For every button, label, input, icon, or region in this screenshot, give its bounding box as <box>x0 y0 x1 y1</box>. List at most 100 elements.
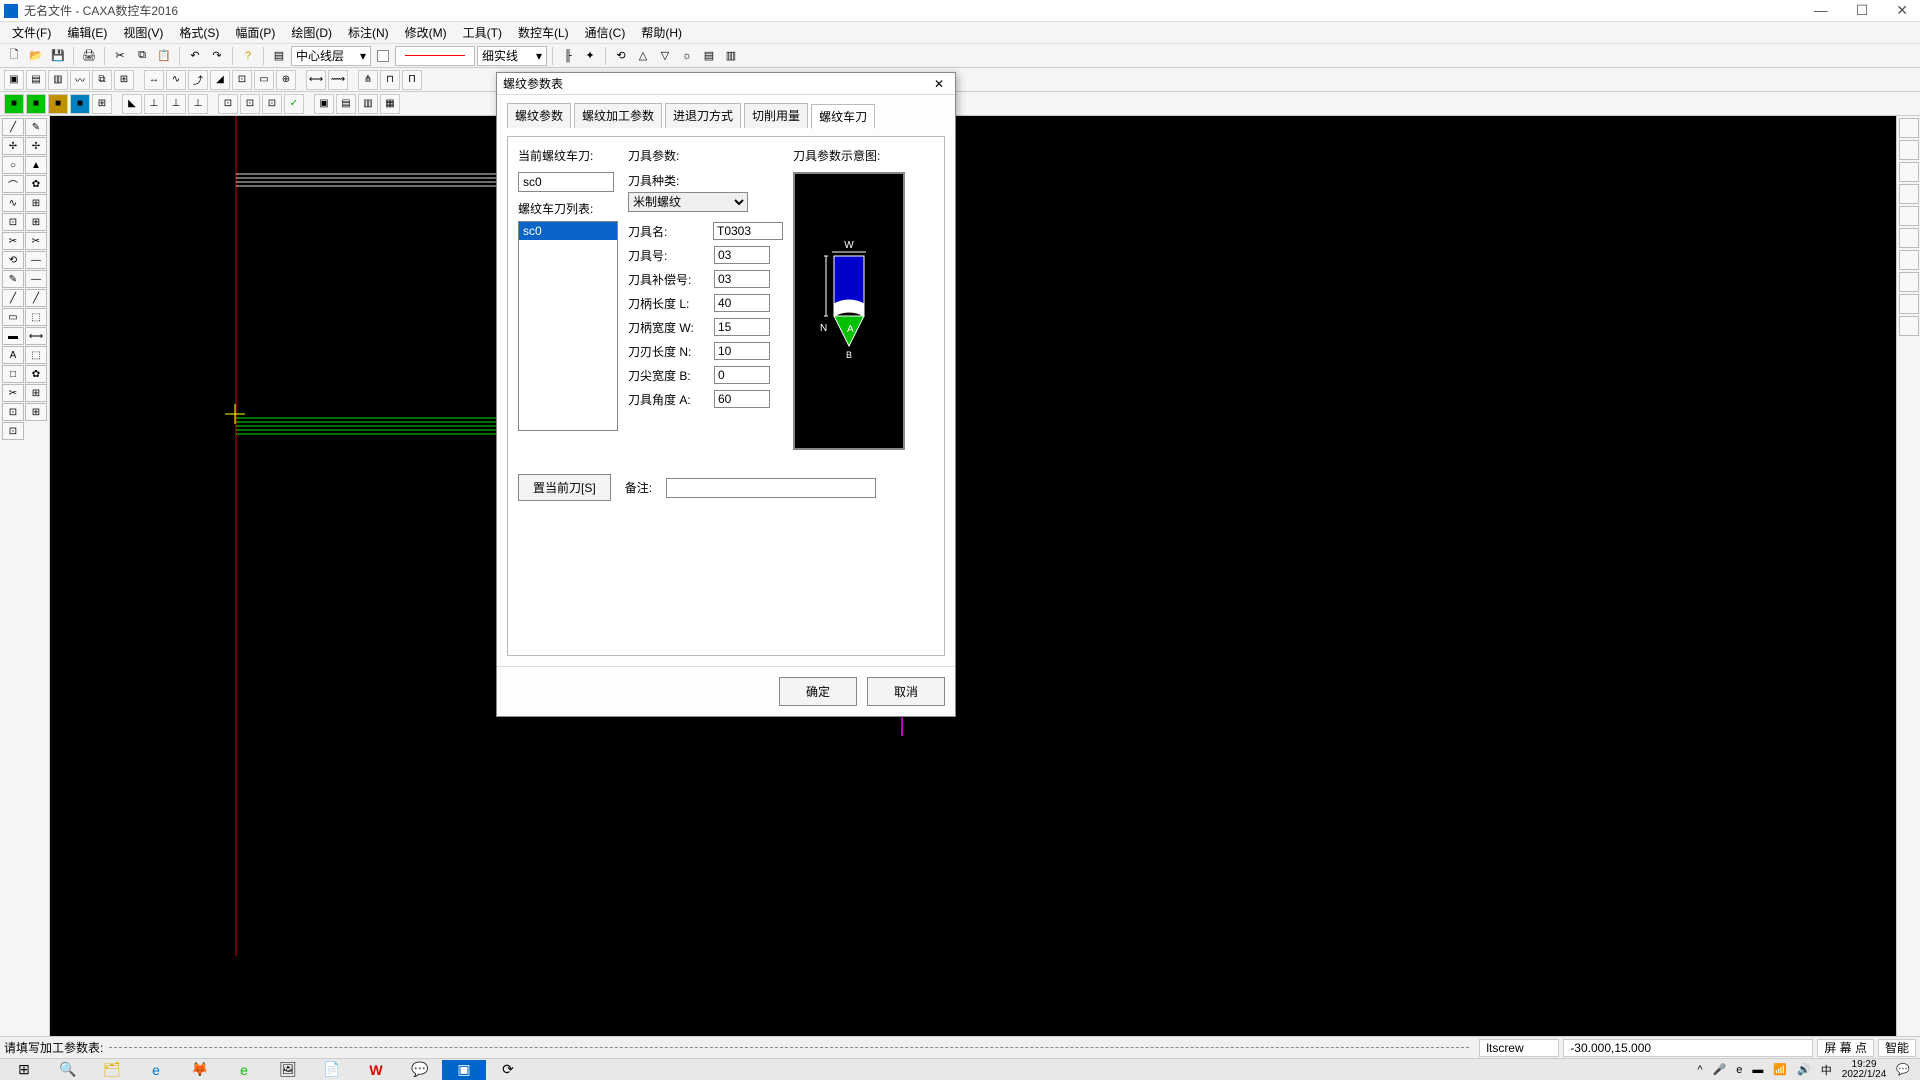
menu-annotate[interactable]: 标注(N) <box>340 24 397 41</box>
menu-cnc[interactable]: 数控车(L) <box>510 24 577 41</box>
close-button[interactable]: ✕ <box>1896 2 1908 19</box>
draw-tool-icon[interactable]: ╱ <box>2 289 24 307</box>
copy-icon[interactable]: ⧉ <box>132 46 152 66</box>
menu-tools[interactable]: 工具(T) <box>455 24 510 41</box>
caxa-icon[interactable]: ▣ <box>442 1060 486 1080</box>
menu-help[interactable]: 帮助(H) <box>633 24 690 41</box>
cnc-tool-icon[interactable]: ⟷ <box>306 70 326 90</box>
app-icon[interactable]: 📄 <box>310 1060 354 1080</box>
wps-icon[interactable]: W <box>354 1060 398 1080</box>
draw-tool-icon[interactable]: ▬ <box>2 327 24 345</box>
cnc-tool-icon[interactable]: ⊕ <box>276 70 296 90</box>
menu-draw[interactable]: 绘图(D) <box>283 24 340 41</box>
draw-tool-icon[interactable]: ✂ <box>2 232 24 250</box>
tool-ang-input[interactable] <box>714 390 770 408</box>
save-icon[interactable]: 💾 <box>48 46 68 66</box>
cnc-tool-icon[interactable]: ⟿ <box>328 70 348 90</box>
undo-icon[interactable]: ↶ <box>185 46 205 66</box>
taskbar-clock[interactable]: 19:29 2022/1/24 <box>1842 1060 1887 1080</box>
drawing-canvas[interactable] <box>50 116 1896 1036</box>
draw-tool-icon[interactable]: ╱ <box>25 289 47 307</box>
menu-format[interactable]: 格式(S) <box>171 24 227 41</box>
tab-thread-tool[interactable]: 螺纹车刀 <box>811 104 875 129</box>
view-tool-icon[interactable] <box>1899 228 1919 248</box>
cnc-tool-icon[interactable]: ◢ <box>210 70 230 90</box>
view-tool-icon[interactable] <box>1899 294 1919 314</box>
draw-tool-icon[interactable]: — <box>25 270 47 288</box>
firefox-icon[interactable]: 🦊 <box>178 1060 222 1080</box>
paste-icon[interactable]: 📋 <box>154 46 174 66</box>
tool-icon[interactable]: ╟ <box>558 46 578 66</box>
layer-combo[interactable]: 中心线层▾ <box>291 46 371 66</box>
tab-thread-params[interactable]: 螺纹参数 <box>507 103 571 128</box>
print-icon[interactable]: 🖨 <box>79 46 99 66</box>
list-item[interactable]: sc0 <box>519 222 617 240</box>
draw-tool-icon[interactable]: ⟲ <box>2 251 24 269</box>
draw-tool-icon[interactable]: ⊡ <box>2 403 24 421</box>
new-icon[interactable]: 🗋 <box>4 46 24 66</box>
cancel-button[interactable]: 取消 <box>867 677 945 706</box>
op-tool-icon[interactable]: ▦ <box>380 94 400 114</box>
tray-browser-icon[interactable]: e <box>1736 1064 1742 1076</box>
op-tool-icon[interactable]: ■ <box>70 94 90 114</box>
tab-cutting-amount[interactable]: 切削用量 <box>744 103 808 128</box>
cnc-tool-icon[interactable]: ⊡ <box>232 70 252 90</box>
cnc-tool-icon[interactable]: ∿ <box>166 70 186 90</box>
app-icon[interactable]: 🖼 <box>266 1060 310 1080</box>
draw-tool-icon[interactable]: ✂ <box>25 232 47 250</box>
view-tool-icon[interactable] <box>1899 162 1919 182</box>
draw-tool-icon[interactable]: ⊞ <box>25 403 47 421</box>
draw-tool-icon[interactable]: ⟷ <box>25 327 47 345</box>
maximize-button[interactable]: ☐ <box>1856 2 1869 19</box>
tray-battery-icon[interactable]: ▬ <box>1752 1064 1763 1076</box>
tool-listbox[interactable]: sc0 <box>518 221 618 431</box>
minimize-button[interactable]: — <box>1814 2 1828 19</box>
handle-wid-input[interactable] <box>714 318 770 336</box>
op-tool-icon[interactable]: ▣ <box>314 94 334 114</box>
menu-comm[interactable]: 通信(C) <box>577 24 634 41</box>
tray-mic-icon[interactable]: 🎤 <box>1713 1063 1727 1076</box>
redo-icon[interactable]: ↷ <box>207 46 227 66</box>
view-tool-icon[interactable] <box>1899 206 1919 226</box>
explorer-icon[interactable]: 🗂 <box>90 1060 134 1080</box>
tool-comp-input[interactable] <box>714 270 770 288</box>
help-icon[interactable]: ? <box>238 46 258 66</box>
edge-icon[interactable]: e <box>134 1060 178 1080</box>
tab-approach-retract[interactable]: 进退刀方式 <box>665 103 741 128</box>
draw-tool-icon[interactable]: ⬚ <box>25 308 47 326</box>
draw-tool-icon[interactable]: — <box>25 251 47 269</box>
view-tool-icon[interactable] <box>1899 118 1919 138</box>
tray-ime[interactable]: 中 <box>1821 1062 1832 1078</box>
tab-thread-machining[interactable]: 螺纹加工参数 <box>574 103 662 128</box>
cnc-tool-icon[interactable]: ⋔ <box>358 70 378 90</box>
cnc-tool-icon[interactable]: ⊓ <box>380 70 400 90</box>
draw-tool-icon[interactable]: ✿ <box>25 175 47 193</box>
draw-tool-icon[interactable]: ✿ <box>25 365 47 383</box>
tool-icon[interactable]: ▥ <box>721 46 741 66</box>
op-tool-icon[interactable]: ■ <box>48 94 68 114</box>
draw-tool-icon[interactable]: ✎ <box>2 270 24 288</box>
cnc-tool-icon[interactable]: ⊞ <box>114 70 134 90</box>
menu-view[interactable]: 视图(V) <box>115 24 171 41</box>
view-tool-icon[interactable] <box>1899 140 1919 160</box>
linecolor-combo[interactable] <box>395 46 475 66</box>
draw-tool-icon[interactable]: ⊡ <box>2 422 24 440</box>
menu-edit[interactable]: 编辑(E) <box>59 24 115 41</box>
view-tool-icon[interactable] <box>1899 184 1919 204</box>
cnc-tool-icon[interactable]: 〰 <box>70 70 90 90</box>
tool-type-select[interactable]: 米制螺纹 <box>628 192 748 212</box>
op-tool-icon[interactable]: ■ <box>26 94 46 114</box>
op-tool-icon[interactable]: ◣ <box>122 94 142 114</box>
op-tool-icon[interactable]: ⊥ <box>144 94 164 114</box>
tray-chevron-icon[interactable]: ^ <box>1697 1064 1702 1076</box>
draw-tool-icon[interactable]: □ <box>2 365 24 383</box>
open-icon[interactable]: 📂 <box>26 46 46 66</box>
dialog-close-button[interactable]: ✕ <box>929 77 949 91</box>
menu-page[interactable]: 幅面(P) <box>227 24 283 41</box>
tool-icon[interactable]: ▽ <box>655 46 675 66</box>
draw-tool-icon[interactable]: A <box>2 346 24 364</box>
tray-volume-icon[interactable]: 🔊 <box>1797 1063 1811 1076</box>
search-button[interactable]: 🔍 <box>46 1060 90 1080</box>
op-tool-icon[interactable]: ■ <box>4 94 24 114</box>
draw-tool-icon[interactable]: ⊡ <box>2 213 24 231</box>
